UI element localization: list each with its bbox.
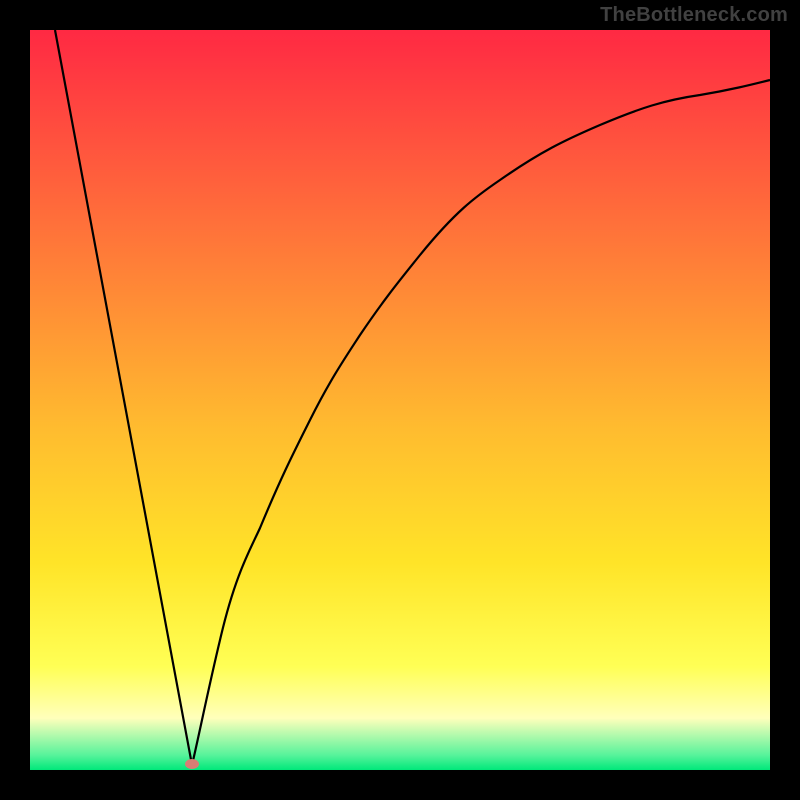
attribution-label: TheBottleneck.com (600, 4, 788, 27)
plot-area (30, 30, 770, 770)
optimum-marker (185, 759, 199, 769)
